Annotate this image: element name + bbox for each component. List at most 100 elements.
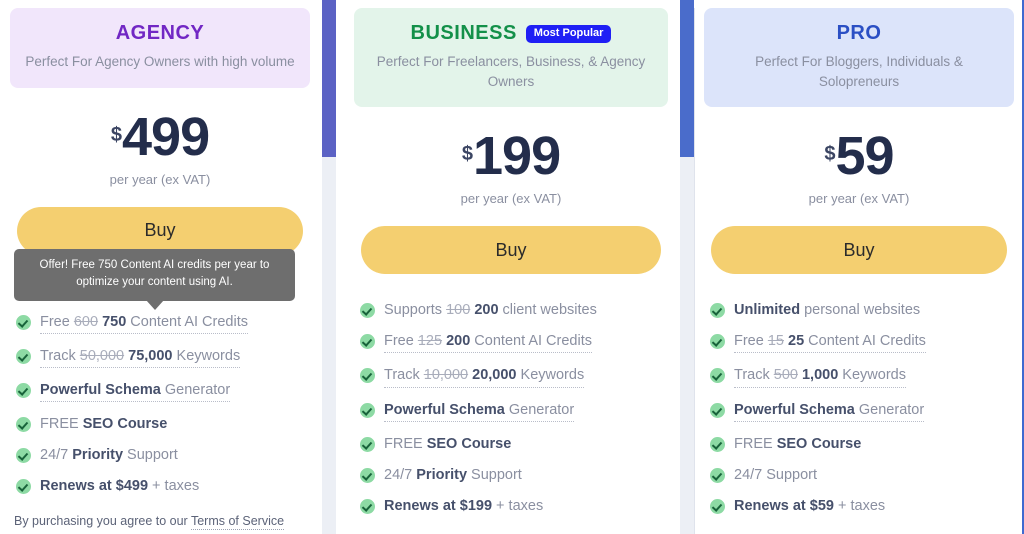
feature-label: Renews at $59 + taxes [734, 497, 886, 514]
plan-tagline: Perfect For Agency Owners with high volu… [25, 54, 295, 69]
price-period: per year (ex VAT) [808, 191, 910, 207]
old-value: 50,000 [79, 347, 125, 364]
check-circle-icon [16, 448, 31, 464]
feature-list-business: Supports 100 200 client websites Free 125… [360, 301, 662, 515]
feature-label: Track 50,000 75,000 Keywords [40, 347, 241, 368]
feature-label: 24/7 Priority Support [40, 447, 178, 464]
check-circle-icon [710, 368, 725, 384]
plan-header-agency: AGENCY Perfect For Agency Owners with hi… [10, 8, 310, 88]
new-value: Renews at $199 [384, 497, 493, 514]
terms-prefix: By purchasing you agree to our [14, 514, 191, 529]
new-value: Renews at $499 [40, 478, 149, 495]
feature-label: 24/7 Support [734, 466, 818, 483]
check-circle-icon [16, 417, 31, 433]
new-value: 1,000 [801, 367, 839, 384]
feature-label: Track 500 1,000 Keywords [734, 366, 906, 388]
currency-symbol: $ [110, 123, 122, 146]
feature-label: Free 15 25 Content AI Credits [734, 332, 926, 354]
price-block: $ 59 per year (ex VAT) [694, 129, 1024, 206]
currency-symbol: $ [824, 143, 836, 166]
plan-header-business: BUSINESS Most Popular Perfect For Freela… [354, 8, 668, 108]
feature-item: Track 10,000 20,000 Keywords [360, 366, 662, 388]
feature-item: 24/7 Priority Support [360, 466, 662, 484]
price-period: per year (ex VAT) [109, 171, 211, 187]
price-block: $ 199 per year (ex VAT) [344, 129, 678, 206]
feature-item: Track 500 1,000 Keywords [710, 366, 1008, 388]
feature-item: Supports 100 200 client websites [360, 301, 662, 319]
feature-label: Free 600 750 Content AI Credits [40, 313, 248, 334]
new-value: Priority [72, 447, 124, 464]
new-value: 25 [788, 333, 805, 350]
feature-label: Supports 100 200 client websites [384, 302, 597, 319]
check-circle-icon [16, 314, 31, 330]
agency-scrollbar[interactable] [322, 0, 336, 534]
check-circle-icon [710, 303, 725, 319]
new-value: Renews at $59 [734, 497, 834, 514]
currency-symbol: $ [461, 143, 473, 166]
buy-button-pro[interactable]: Buy [711, 226, 1007, 275]
old-value: 600 [73, 313, 99, 330]
old-value: 15 [767, 333, 784, 350]
new-value: SEO Course [82, 416, 168, 433]
new-value: Powerful Schema [40, 381, 161, 398]
feature-item: FREE SEO Course [710, 435, 1008, 453]
most-popular-badge: Most Popular [525, 24, 612, 43]
feature-item: Powerful Schema Generator [710, 401, 1008, 422]
check-circle-icon [360, 303, 375, 319]
business-scrollbar[interactable] [680, 0, 694, 534]
plan-header-pro: PRO Perfect For Bloggers, Individuals & … [704, 8, 1014, 108]
new-value: Powerful Schema [384, 401, 505, 418]
pricing-page: AGENCY Perfect For Agency Owners with hi… [0, 0, 1024, 534]
check-circle-icon [360, 368, 375, 384]
check-circle-icon [360, 498, 375, 514]
business-scrollbar-thumb[interactable] [680, 0, 694, 157]
check-circle-icon [710, 334, 725, 350]
plan-title-row: BUSINESS Most Popular [366, 22, 656, 45]
pricing-card-pro: PRO Perfect For Bloggers, Individuals & … [694, 0, 1024, 534]
new-value: SEO Course [426, 435, 512, 452]
pricing-card-agency: AGENCY Perfect For Agency Owners with hi… [0, 0, 320, 534]
new-value: SEO Course [776, 435, 862, 452]
check-circle-icon [360, 467, 375, 483]
feature-item: Powerful Schema Generator [360, 401, 662, 422]
new-value: 200 [446, 333, 471, 350]
new-value: Powerful Schema [734, 401, 855, 418]
price-amount: 499 [122, 106, 210, 167]
purchase-terms-agency: By purchasing you agree to our Terms of … [14, 514, 306, 531]
feature-item: FREE SEO Course [16, 415, 304, 433]
check-circle-icon [710, 467, 725, 483]
feature-item: Free 15 25 Content AI Credits [710, 332, 1008, 354]
new-value: 20,000 [472, 367, 517, 384]
feature-list-pro: Unlimited personal websites Free 15 25 Co… [710, 301, 1008, 515]
feature-item: Unlimited personal websites [710, 301, 1008, 319]
content-ai-offer-tooltip: Offer! Free 750 Content AI credits per y… [14, 249, 295, 309]
old-value: 125 [417, 333, 443, 350]
feature-item: 24/7 Priority Support [16, 446, 304, 464]
check-circle-icon [360, 402, 375, 418]
feature-item: Free 125 200 Content AI Credits [360, 332, 662, 354]
price-period: per year (ex VAT) [460, 191, 562, 207]
feature-item: Renews at $499 + taxes [16, 477, 304, 495]
feature-label: Unlimited personal websites [734, 302, 921, 319]
feature-label: Free 125 200 Content AI Credits [384, 332, 592, 354]
check-circle-icon [16, 348, 31, 364]
plan-title: AGENCY [115, 22, 205, 44]
new-value: 75,000 [128, 347, 173, 364]
new-value: 200 [474, 302, 499, 319]
buy-button-agency[interactable]: Buy [17, 206, 303, 255]
plan-tagline: Perfect For Bloggers, Individuals & Solo… [755, 54, 963, 89]
buy-button-business[interactable]: Buy [361, 226, 661, 275]
new-value: Priority [416, 466, 468, 483]
check-circle-icon [710, 402, 725, 418]
check-circle-icon [710, 436, 725, 452]
price-amount: 199 [473, 126, 561, 187]
price-block: $ 499 per year (ex VAT) [0, 110, 320, 187]
check-circle-icon [360, 436, 375, 452]
plan-title-row: AGENCY [22, 22, 298, 45]
check-circle-icon [710, 498, 725, 514]
agency-scrollbar-thumb[interactable] [322, 0, 336, 157]
terms-of-service-link[interactable]: Terms of Service [190, 514, 285, 531]
feature-label: FREE SEO Course [40, 416, 168, 433]
feature-item: Free 600 750 Content AI Credits [16, 313, 304, 334]
feature-label: Powerful Schema Generator [384, 401, 575, 422]
